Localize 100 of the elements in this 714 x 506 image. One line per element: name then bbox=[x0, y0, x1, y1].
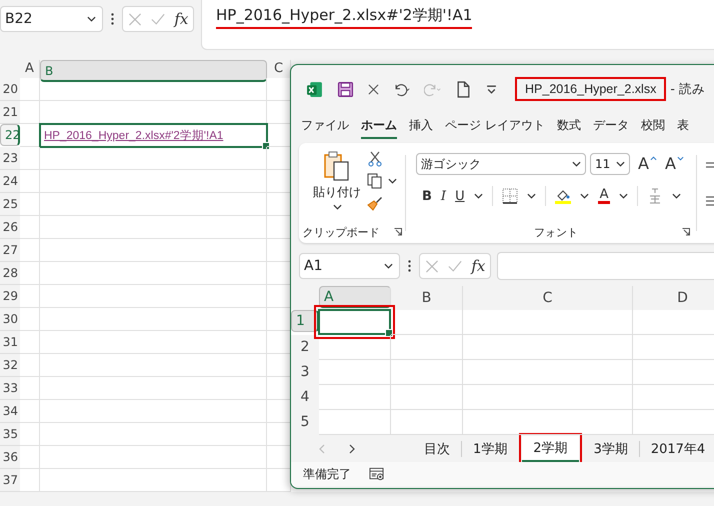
row-header[interactable]: 35 bbox=[0, 423, 20, 446]
table-cell bbox=[20, 285, 40, 308]
column-header[interactable]: B bbox=[40, 60, 267, 82]
table-cell bbox=[20, 216, 40, 239]
row-header[interactable]: 27 bbox=[0, 239, 20, 262]
caret-icon[interactable] bbox=[388, 178, 397, 184]
ribbon-tab[interactable]: ホーム bbox=[361, 117, 397, 139]
column-header[interactable]: A bbox=[319, 286, 391, 308]
caret-icon[interactable] bbox=[526, 193, 536, 199]
row-header[interactable]: 26 bbox=[0, 216, 20, 239]
caret-icon[interactable] bbox=[474, 193, 483, 199]
new-document-icon[interactable] bbox=[455, 80, 472, 98]
more-icon[interactable] bbox=[111, 13, 114, 25]
insert-function-button[interactable]: fx bbox=[471, 257, 486, 275]
formula-field[interactable] bbox=[497, 252, 714, 280]
dialog-launcher-icon[interactable] bbox=[682, 228, 690, 236]
row-header[interactable]: 4 bbox=[291, 385, 319, 410]
formula-field[interactable]: HP_2016_Hyper_2.xlsx#'2学期'!A1 bbox=[201, 0, 714, 50]
row-header[interactable]: 24 bbox=[0, 170, 20, 193]
underline-button[interactable]: U bbox=[455, 190, 465, 202]
row-header[interactable]: 31 bbox=[0, 331, 20, 354]
row-header[interactable]: 30 bbox=[0, 308, 20, 331]
accessibility-icon[interactable] bbox=[369, 467, 384, 481]
row-header[interactable]: 36 bbox=[0, 446, 20, 469]
sheet-tab[interactable]: 3学期 bbox=[582, 436, 639, 460]
row-header[interactable]: 32 bbox=[0, 354, 20, 377]
table-cell bbox=[20, 331, 40, 354]
table-cell bbox=[20, 400, 40, 423]
ribbon-tab[interactable]: 数式 bbox=[556, 117, 581, 139]
table-cell bbox=[20, 377, 40, 400]
caret-icon bbox=[572, 161, 581, 167]
table-cell bbox=[20, 469, 40, 492]
border-icon[interactable] bbox=[502, 188, 518, 204]
row-header[interactable]: 3 bbox=[291, 360, 319, 385]
table-cell bbox=[391, 360, 463, 385]
scissors-icon[interactable] bbox=[367, 151, 383, 167]
name-box[interactable]: B22 bbox=[0, 6, 103, 32]
more-icon[interactable] bbox=[408, 260, 411, 272]
close-icon[interactable] bbox=[368, 84, 379, 94]
row-header[interactable]: 2 bbox=[291, 335, 319, 360]
row-header[interactable]: 29 bbox=[0, 285, 20, 308]
increase-font-button[interactable]: A bbox=[638, 156, 657, 172]
row-header[interactable]: 21 bbox=[0, 101, 20, 124]
caret-icon[interactable] bbox=[672, 193, 682, 199]
paste-button[interactable]: 貼り付け bbox=[313, 151, 361, 221]
table-cell bbox=[20, 193, 40, 216]
table-cell bbox=[20, 308, 40, 331]
name-box[interactable]: A1 bbox=[299, 253, 400, 279]
italic-button[interactable]: I bbox=[440, 190, 446, 202]
sheet-tab[interactable]: 目次 bbox=[413, 436, 461, 460]
ribbon-tab[interactable]: ファイル bbox=[301, 117, 349, 139]
up-caret-icon bbox=[650, 156, 657, 161]
font-name-dropdown[interactable]: 游ゴシック bbox=[416, 153, 586, 175]
table-cell bbox=[391, 410, 463, 435]
fill-color-icon[interactable] bbox=[554, 188, 571, 204]
row-header[interactable]: 5 bbox=[291, 410, 319, 435]
decrease-font-button[interactable]: A bbox=[664, 156, 684, 172]
hyperlink[interactable]: HP_2016_Hyper_2.xlsx#'2学期'!A1 bbox=[44, 128, 224, 143]
font-size-dropdown[interactable]: 11 bbox=[590, 153, 630, 175]
table-cell bbox=[391, 385, 463, 410]
row-header[interactable]: 33 bbox=[0, 377, 20, 400]
row-header[interactable]: 23 bbox=[0, 147, 20, 170]
column-header[interactable]: D bbox=[633, 286, 714, 310]
sheet-tab[interactable]: 2017年4 bbox=[640, 436, 714, 460]
font-color-button[interactable]: A bbox=[598, 188, 610, 204]
table-cell bbox=[20, 78, 40, 101]
caret-icon[interactable] bbox=[580, 193, 589, 199]
column-header[interactable]: B bbox=[391, 286, 463, 310]
row-header[interactable]: 28 bbox=[0, 262, 20, 285]
sheet-tab[interactable]: 1学期 bbox=[462, 436, 518, 460]
brush-icon[interactable] bbox=[367, 195, 383, 211]
table-cell bbox=[20, 101, 40, 124]
ribbon-tab[interactable]: データ bbox=[592, 117, 629, 139]
insert-function-button[interactable]: fx bbox=[174, 10, 188, 28]
dialog-launcher-icon[interactable] bbox=[394, 228, 402, 236]
ribbon-tab[interactable]: ページ レイアウト bbox=[445, 117, 545, 139]
window-title: HP_2016_Hyper_2.xlsx bbox=[515, 77, 666, 101]
caret-icon[interactable] bbox=[619, 193, 628, 199]
excel-logo-icon[interactable] bbox=[306, 80, 323, 98]
caret-icon bbox=[616, 161, 625, 167]
hyperlink-cell[interactable]: HP_2016_Hyper_2.xlsx#'2学期'!A1 bbox=[39, 123, 268, 148]
caret-icon bbox=[87, 16, 96, 22]
ribbon-tab[interactable]: 校閲 bbox=[640, 117, 665, 139]
copy-icon[interactable] bbox=[367, 173, 383, 189]
ribbon-tab[interactable]: 表 bbox=[676, 117, 689, 139]
sheet-tab[interactable]: 2学期 bbox=[522, 436, 579, 462]
down-caret-icon bbox=[676, 156, 684, 161]
bold-button[interactable]: B bbox=[422, 190, 432, 202]
row-header[interactable]: 37 bbox=[0, 469, 20, 492]
row-header[interactable]: 25 bbox=[0, 193, 20, 216]
row-header[interactable]: 20 bbox=[0, 78, 20, 101]
customize-toolbar-icon[interactable] bbox=[486, 84, 497, 94]
save-icon[interactable] bbox=[337, 80, 354, 98]
row-header[interactable]: 34 bbox=[0, 400, 20, 423]
group-label: クリップボード bbox=[302, 224, 380, 240]
clipboard-icon bbox=[323, 151, 351, 181]
table-cell bbox=[319, 335, 391, 360]
next-sheet-icon[interactable] bbox=[349, 444, 355, 454]
column-header[interactable]: C bbox=[463, 286, 633, 310]
ribbon-tab[interactable]: 挿入 bbox=[409, 117, 433, 139]
